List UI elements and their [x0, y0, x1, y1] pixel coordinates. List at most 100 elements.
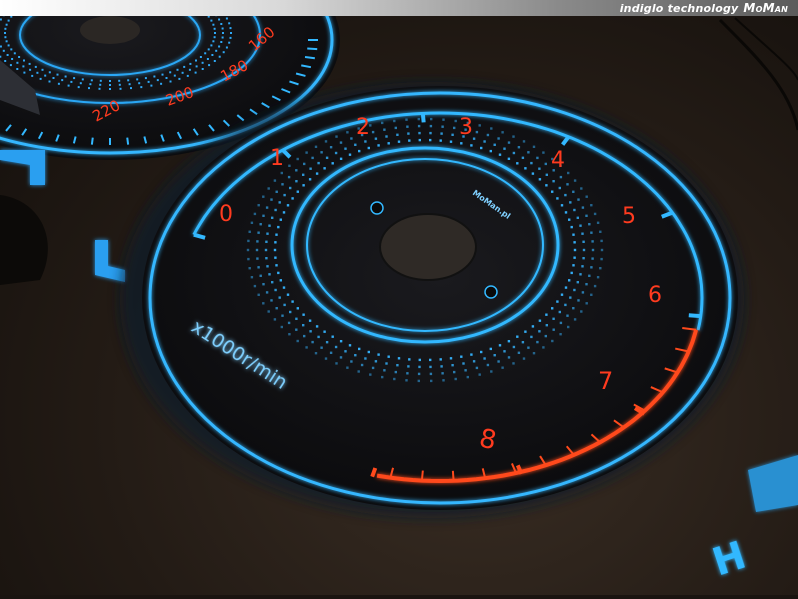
tach-dot [551, 307, 553, 309]
tach-dot [582, 206, 584, 208]
speedometer-dot [0, 56, 1, 58]
speedometer-dot [10, 64, 12, 66]
tach-dot [429, 366, 431, 368]
tach-dot [594, 285, 596, 287]
tach-dot [251, 222, 253, 224]
tach-dot [381, 376, 383, 378]
tach-dot [408, 358, 410, 360]
tach-dot [256, 249, 258, 251]
speedometer-dot [230, 37, 232, 39]
speedometer-dot [211, 54, 213, 56]
tach-dot [599, 231, 601, 233]
tach-dot [564, 304, 566, 306]
tach-numeral-1: 1 [270, 146, 284, 171]
tach-dot [257, 266, 259, 268]
tach-dot [418, 125, 420, 127]
tach-dot [325, 140, 327, 142]
speedometer-dot [166, 77, 168, 79]
speedometer-dot [8, 20, 10, 22]
tach-dot [430, 380, 432, 382]
tach-dot [497, 360, 499, 362]
tach-dot [364, 357, 366, 359]
tach-dot [311, 157, 313, 159]
tach-dot [277, 226, 279, 228]
tach-dot [302, 324, 304, 326]
speedometer-dot [4, 28, 6, 30]
speedometer-dot [23, 60, 25, 62]
photo-scene: 220 200 180 160 0 1 2 3 [0, 0, 798, 595]
tach-dot [375, 360, 377, 362]
tach-dot [257, 232, 259, 234]
speedometer-tick [305, 57, 315, 58]
speedometer-dot [196, 65, 198, 67]
tach-dot [533, 146, 535, 148]
tach-dot [574, 318, 576, 320]
tach-dot [480, 147, 482, 149]
tach-dot [274, 257, 276, 259]
tach-dot [281, 315, 283, 317]
tach-dot [326, 157, 328, 159]
tach-dot [440, 132, 442, 134]
tach-dot [268, 187, 270, 189]
tach-dot [302, 174, 304, 176]
tach-dot [561, 294, 563, 296]
tach-dot [266, 206, 268, 208]
speedometer-tick [307, 49, 317, 50]
tach-dot [407, 132, 409, 134]
tach-dot [289, 311, 291, 313]
tach-dot [479, 373, 481, 375]
tach-dot [565, 211, 567, 213]
tach-dot [564, 194, 566, 196]
tach-dot [295, 169, 297, 171]
tach-dot [501, 131, 503, 133]
tach-numeral-5: 5 [622, 204, 636, 229]
tach-dot [295, 318, 297, 320]
adjacent-gauge-letter: H [707, 533, 751, 585]
tach-dot [460, 356, 462, 358]
speedometer-dot [214, 28, 216, 30]
wire [720, 20, 798, 130]
tach-numeral-6: 6 [648, 283, 662, 308]
tach-dot [567, 172, 569, 174]
tach-dot [508, 356, 510, 358]
tach-dot [490, 150, 492, 152]
tach-dot [516, 162, 518, 164]
speedometer-dot [230, 32, 232, 34]
speedometer-dot [220, 23, 222, 25]
tach-dot [254, 285, 256, 287]
tach-dot [556, 300, 558, 302]
tach-dot [385, 135, 387, 137]
speedometer-dot [222, 28, 224, 30]
tach-dot [574, 249, 576, 251]
tach-dot [559, 187, 561, 189]
speedometer-dot [10, 48, 12, 50]
tach-dot [406, 126, 408, 128]
brand-tagline: indiglo technology [620, 2, 739, 15]
tach-dot [340, 356, 342, 358]
tach-dot [513, 152, 515, 154]
tach-dot [572, 234, 574, 236]
tach-dot [291, 197, 293, 199]
tach-dot [372, 131, 374, 133]
tach-dot [247, 258, 249, 260]
tach-dot [358, 150, 360, 152]
tach-dot [405, 379, 407, 381]
tach-dot [450, 141, 452, 143]
tach-dot [476, 367, 478, 369]
speedometer-dot [195, 60, 197, 62]
tach-dot [470, 353, 472, 355]
speedometer-dot [44, 75, 46, 77]
tach-dot [518, 146, 520, 148]
tach-dot [573, 289, 575, 291]
speedometer-dot [53, 77, 55, 79]
tach-dot [266, 233, 268, 235]
tach-dot [396, 134, 398, 136]
tach-dot [271, 281, 273, 283]
adjacent-gauge-window [748, 455, 798, 512]
tach-dot [309, 178, 311, 180]
tach-dot [381, 122, 383, 124]
speedometer-dot [182, 72, 184, 74]
tach-dot [368, 147, 370, 149]
speedometer-dot [11, 58, 13, 60]
tach-dot [309, 330, 311, 332]
